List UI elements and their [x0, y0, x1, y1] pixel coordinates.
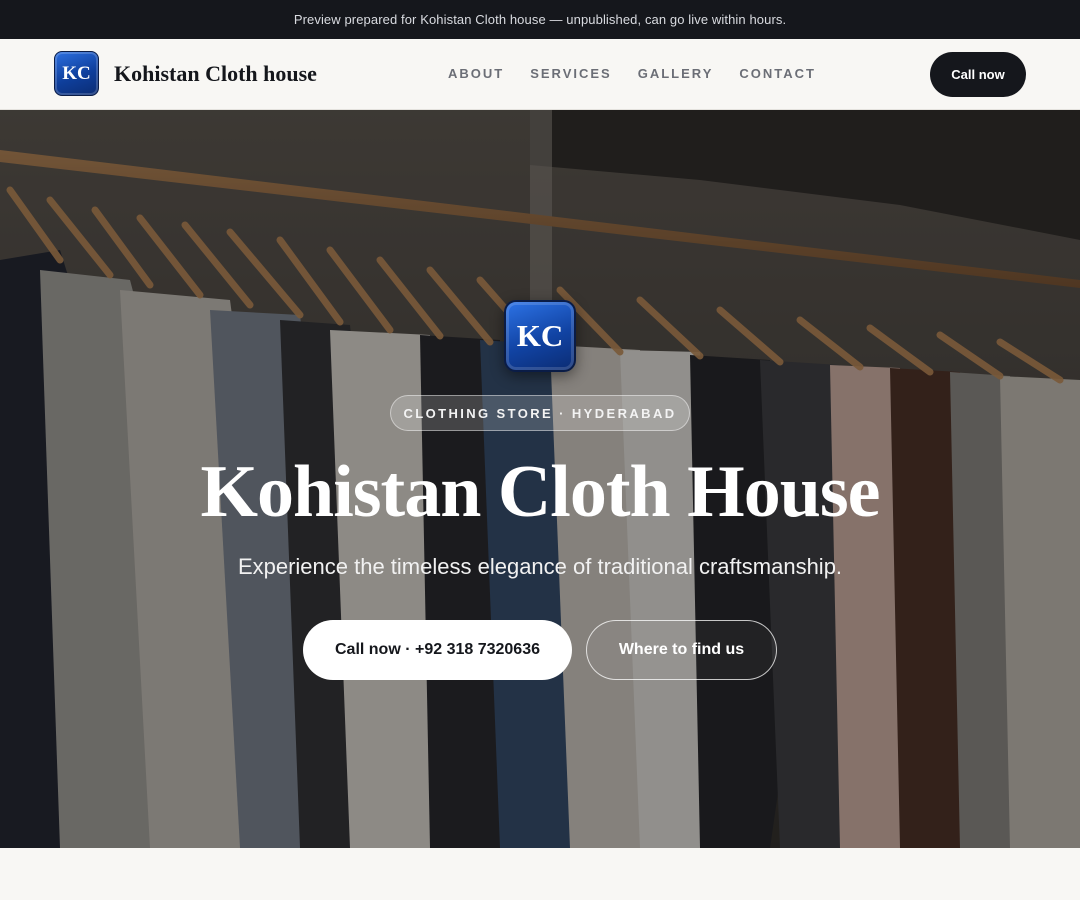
hero-subtitle: Experience the timeless elegance of trad… [237, 554, 843, 579]
hero-category-pill: CLOTHING STORE · HYDERABAD [390, 395, 690, 431]
header-call-button[interactable]: Call now [930, 52, 1026, 97]
announcement-bar: Preview prepared for Kohistan Cloth hous… [0, 0, 1080, 39]
hero-title: Kohistan Cloth House [200, 451, 880, 533]
site-header: KC Kohistan Cloth house ABOUT SERVICES G… [0, 39, 1080, 110]
brand-name: Kohistan Cloth house [114, 60, 317, 86]
hero-monogram-icon: KC [504, 300, 576, 372]
next-section [0, 848, 1080, 900]
nav-link-services[interactable]: SERVICES [530, 66, 612, 81]
brand-logo-link[interactable]: KC Kohistan Cloth house [54, 51, 317, 96]
hero-location-button[interactable]: Where to find us [586, 620, 777, 680]
hero-call-button[interactable]: Call now · +92 318 7320636 [303, 620, 572, 680]
hero-content: KC CLOTHING STORE · HYDERABAD Kohistan C… [0, 110, 1080, 848]
hero-section: KC CLOTHING STORE · HYDERABAD Kohistan C… [0, 110, 1080, 848]
announcement-text: Preview prepared for Kohistan Cloth hous… [293, 12, 787, 27]
nav-link-gallery[interactable]: GALLERY [638, 66, 714, 81]
main-navigation: ABOUT SERVICES GALLERY CONTACT [448, 66, 816, 81]
brand-monogram-icon: KC [54, 51, 99, 96]
nav-link-contact[interactable]: CONTACT [739, 66, 816, 81]
nav-link-about[interactable]: ABOUT [448, 66, 504, 81]
